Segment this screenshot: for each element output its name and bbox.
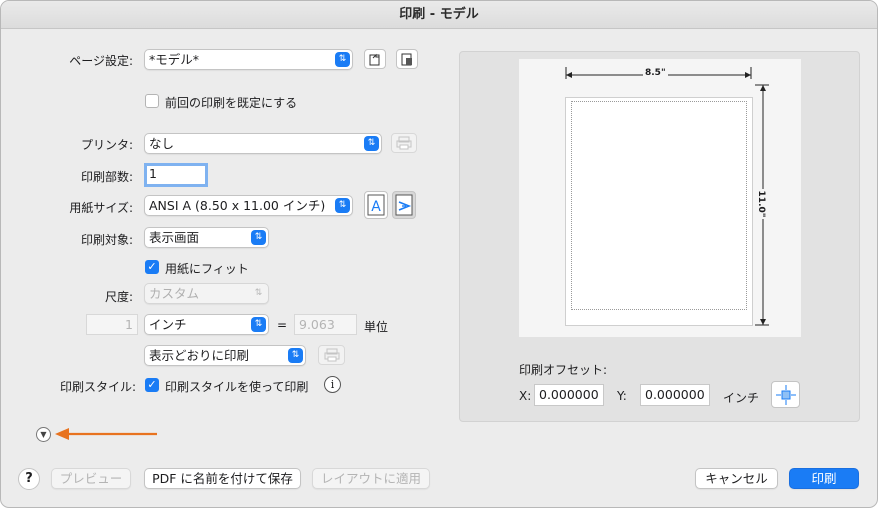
set-default-label: 前回の印刷を既定にする <box>165 96 298 110</box>
copies-label: 印刷部数: <box>80 170 133 184</box>
paper-size-label: 用紙サイズ: <box>69 201 133 215</box>
equals-sign: = <box>277 318 288 332</box>
use-print-style-checkbox[interactable]: ✓ <box>145 378 159 392</box>
save-as-pdf-button[interactable]: PDF に名前を付けて保存 <box>144 468 301 489</box>
portrait-orientation-button[interactable]: A <box>364 191 388 219</box>
print-target-value: 表示画面 <box>149 230 200 245</box>
page-save-icon <box>401 53 412 66</box>
print-style-label: 印刷スタイル: <box>59 380 136 394</box>
print-button[interactable]: 印刷 <box>789 468 859 489</box>
scale-value: カスタム <box>149 286 200 301</box>
preview-button[interactable]: プレビュー <box>51 468 131 489</box>
paper-size-popup[interactable]: ANSI A (8.50 x 11.00 インチ) ⇅ <box>144 195 353 216</box>
cancel-button[interactable]: キャンセル <box>695 468 778 489</box>
annotation-arrow-icon <box>55 428 157 440</box>
landscape-icon <box>395 194 413 216</box>
printable-area <box>571 101 747 310</box>
print-as-popup[interactable]: 表示どおりに印刷 ⇅ <box>144 345 306 366</box>
copies-field[interactable]: 1 <box>144 163 208 187</box>
unit-value: インチ <box>149 317 187 332</box>
printer-settings-button[interactable] <box>391 133 417 153</box>
apply-to-layout-button[interactable]: レイアウトに適用 <box>312 468 430 489</box>
fit-to-paper-label: 用紙にフィット <box>165 262 249 276</box>
height-dimension-label: 11.0" <box>756 189 766 219</box>
page-add-icon <box>369 53 380 66</box>
disclosure-toggle-icon[interactable]: ▼ <box>36 427 51 442</box>
portrait-icon: A <box>367 194 385 216</box>
unit-count-field[interactable]: 1 <box>86 314 138 335</box>
chevron-updown-icon: ⇅ <box>251 317 266 332</box>
page-setup-popup[interactable]: *モデル* ⇅ <box>144 49 353 70</box>
chevron-updown-icon: ⇅ <box>251 230 266 245</box>
landscape-orientation-button[interactable] <box>392 191 416 219</box>
info-icon[interactable]: i <box>324 376 341 393</box>
offset-x-label: X: <box>519 389 532 403</box>
print-as-value: 表示どおりに印刷 <box>149 348 250 363</box>
set-default-checkbox[interactable] <box>145 94 159 108</box>
page-setup-save-button[interactable] <box>396 49 418 69</box>
chevron-updown-icon: ⇅ <box>335 52 350 67</box>
svg-text:A: A <box>371 199 381 215</box>
scale-result-field[interactable]: 9.063 <box>294 314 357 335</box>
use-print-style-label: 印刷スタイルを使って印刷 <box>165 380 309 394</box>
print-target-label: 印刷対象: <box>80 233 133 247</box>
printer-value: なし <box>149 136 175 151</box>
scale-label: 尺度: <box>104 290 133 304</box>
fit-to-paper-checkbox[interactable]: ✓ <box>145 260 159 274</box>
offset-y-field[interactable]: 0.000000 <box>640 384 710 406</box>
page-setup-label: ページ設定: <box>69 54 133 68</box>
printer-icon <box>324 348 339 362</box>
chevron-updown-icon: ⇅ <box>335 198 350 213</box>
print-target-popup[interactable]: 表示画面 ⇅ <box>144 227 269 248</box>
width-dimension-label: 8.5" <box>643 68 668 78</box>
printer-popup[interactable]: なし ⇅ <box>144 133 382 154</box>
center-icon <box>775 384 796 405</box>
print-offset-title: 印刷オフセット: <box>519 363 608 377</box>
unit-popup[interactable]: インチ ⇅ <box>144 314 269 335</box>
paper-size-value: ANSI A (8.50 x 11.00 インチ) <box>149 198 326 213</box>
chevron-updown-icon: ⇅ <box>254 288 263 298</box>
page-setup-value: *モデル* <box>149 52 200 67</box>
scale-popup[interactable]: カスタム ⇅ <box>144 283 269 304</box>
chevron-updown-icon: ⇅ <box>288 348 303 363</box>
offset-x-field[interactable]: 0.000000 <box>534 384 604 406</box>
print-dialog: 印刷 - モデル ページ設定: *モデル* ⇅ 前回の印刷を既定にする プリンタ… <box>0 0 878 508</box>
center-offset-button[interactable] <box>771 381 800 408</box>
window-title: 印刷 - モデル <box>1 1 877 29</box>
offset-unit-label: インチ <box>723 391 760 405</box>
unit-label: 単位 <box>364 320 389 334</box>
offset-y-label: Y: <box>617 389 627 403</box>
help-button[interactable]: ? <box>18 468 40 490</box>
printer-icon <box>396 136 412 150</box>
printer-label: プリンタ: <box>80 138 133 152</box>
chevron-updown-icon: ⇅ <box>364 136 379 151</box>
print-as-settings-button[interactable] <box>318 345 345 365</box>
page-setup-add-button[interactable] <box>364 49 386 69</box>
